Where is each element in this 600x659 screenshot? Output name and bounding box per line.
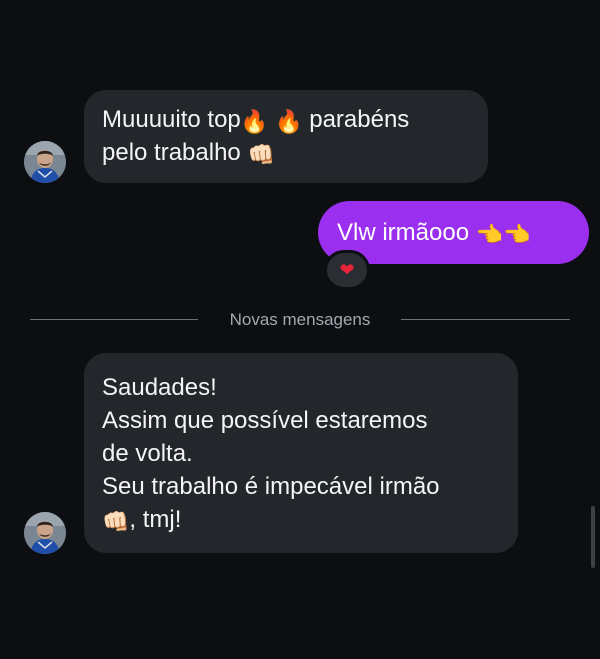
message-text: Vlw irmãooo	[337, 219, 470, 246]
oncoming-fist-icon: 👊🏻	[102, 510, 130, 535]
backhand-index-pointing-left-icon: 👈👈	[475, 223, 531, 248]
divider-line-right	[401, 319, 570, 320]
scrollbar[interactable]	[591, 506, 595, 568]
message-text: Muuuuito top	[102, 106, 241, 133]
message-line: Assim que possível estaremos	[102, 407, 428, 434]
sender-avatar[interactable]	[24, 141, 66, 183]
new-messages-divider-label: Novas mensagens	[229, 310, 371, 329]
message-line: de volta.	[102, 440, 193, 467]
heart-reaction-icon[interactable]: ❤	[324, 250, 370, 290]
received-message-bubble[interactable]: Saudades! Assim que possível estaremos d…	[84, 353, 518, 553]
avatar-image	[24, 141, 66, 183]
message-text: parabéns	[302, 106, 410, 133]
message-text: pelo trabalho	[102, 139, 241, 166]
message-line: Muuuuito top🔥 🔥 parabéns	[102, 103, 470, 136]
message-text: , tmj!	[129, 506, 182, 533]
sender-avatar[interactable]	[24, 512, 66, 554]
divider-line-left	[30, 319, 198, 320]
avatar-image	[24, 512, 66, 554]
oncoming-fist-icon: 👊🏻	[247, 143, 275, 168]
message-line: Seu trabalho é impecável irmão	[102, 473, 440, 500]
message-line: Saudades!	[102, 374, 217, 401]
message-line: 👊🏻, tmj!	[102, 503, 500, 536]
received-message-bubble[interactable]: Muuuuito top🔥 🔥 parabéns pelo trabalho 👊…	[84, 90, 488, 183]
message-line: pelo trabalho 👊🏻	[102, 136, 470, 169]
fire-icon: 🔥 🔥	[240, 110, 303, 135]
